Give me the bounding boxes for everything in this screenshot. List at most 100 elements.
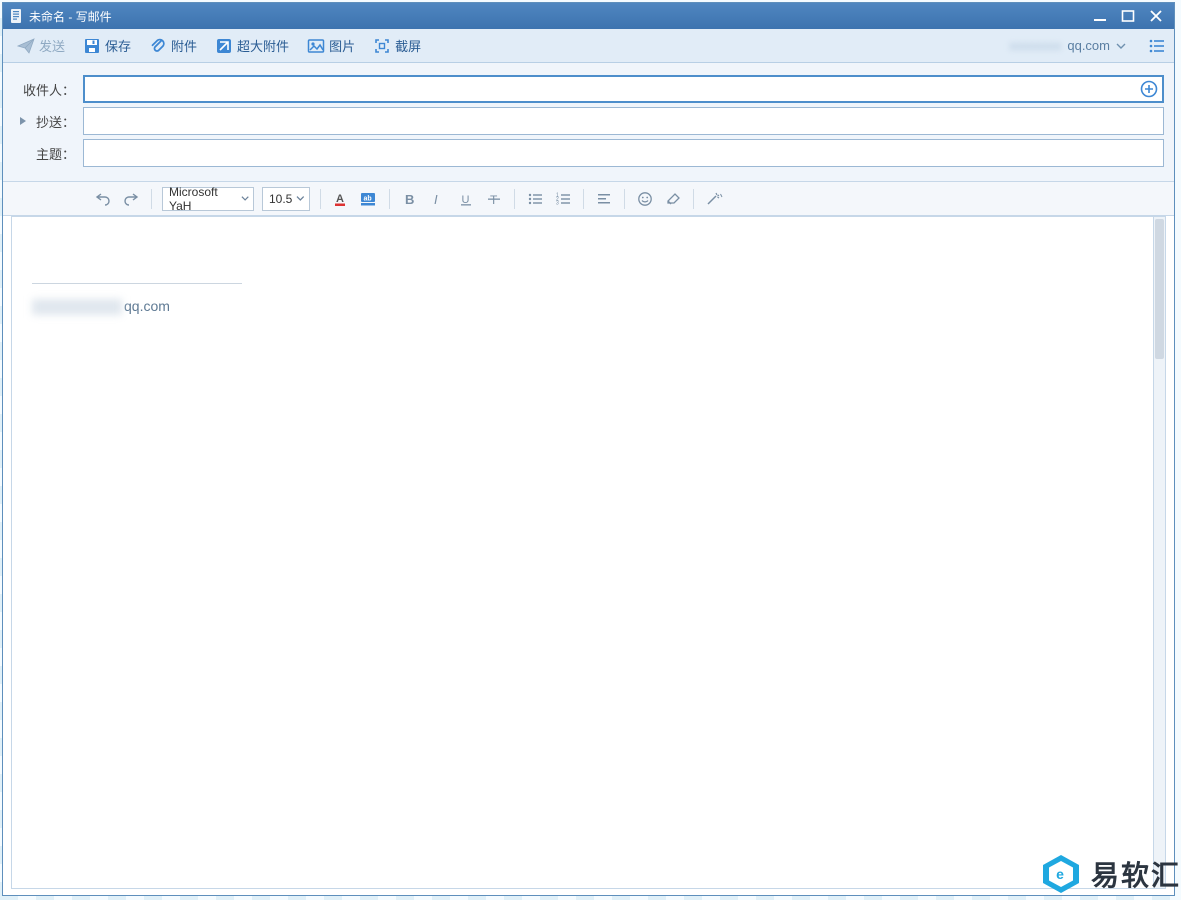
bold-button[interactable]: B bbox=[400, 189, 420, 209]
title-bar: 未命名 - 写邮件 bbox=[3, 3, 1174, 29]
triangle-right-icon bbox=[18, 116, 28, 126]
more-format-button[interactable] bbox=[704, 189, 724, 209]
eraser-icon bbox=[665, 191, 681, 207]
strikethrough-button[interactable]: T bbox=[484, 189, 504, 209]
editor-area: qq.com bbox=[3, 216, 1174, 895]
font-size-value: 10.5 bbox=[269, 192, 292, 206]
font-size-select[interactable]: 10.5 bbox=[262, 187, 310, 211]
chevron-down-icon bbox=[1116, 41, 1126, 51]
attach-label: 附件 bbox=[171, 36, 197, 55]
strikethrough-icon: T bbox=[487, 192, 501, 206]
screenshot-icon bbox=[373, 37, 391, 55]
to-input[interactable] bbox=[83, 75, 1164, 103]
font-color-button[interactable]: A bbox=[331, 189, 351, 209]
redo-icon bbox=[123, 191, 139, 207]
window-title: 未命名 - 写邮件 bbox=[29, 8, 1092, 25]
highlight-button[interactable]: ab bbox=[359, 189, 379, 209]
to-label: 收件人： bbox=[13, 80, 83, 99]
underline-icon: U bbox=[459, 192, 473, 206]
close-button[interactable] bbox=[1148, 8, 1164, 24]
signature-separator bbox=[32, 283, 242, 284]
attach-button[interactable]: 附件 bbox=[143, 33, 203, 58]
maximize-button[interactable] bbox=[1120, 8, 1136, 24]
editor-canvas[interactable]: qq.com bbox=[11, 216, 1154, 889]
italic-button[interactable]: I bbox=[428, 189, 448, 209]
plus-circle-icon bbox=[1140, 80, 1158, 98]
redo-button[interactable] bbox=[121, 189, 141, 209]
paper-plane-icon bbox=[17, 37, 35, 55]
font-family-select[interactable]: Microsoft YaH bbox=[162, 187, 254, 211]
image-label: 图片 bbox=[329, 36, 355, 55]
highlight-icon: ab bbox=[360, 191, 378, 207]
list-icon bbox=[1148, 37, 1166, 55]
hexagon-icon: e bbox=[1039, 852, 1083, 896]
ul-button[interactable] bbox=[525, 189, 545, 209]
align-icon bbox=[596, 191, 612, 207]
add-contact-button[interactable] bbox=[1140, 80, 1158, 98]
compose-window: 未命名 - 写邮件 发送 保存 附件 超大附件 图片 bbox=[2, 2, 1175, 896]
subject-input[interactable] bbox=[83, 139, 1164, 167]
cc-label: 抄送： bbox=[36, 112, 75, 131]
to-row: 收件人： bbox=[13, 75, 1164, 103]
subject-row: 主题： bbox=[13, 139, 1164, 167]
cc-row: 抄送： bbox=[13, 107, 1164, 135]
app-icon bbox=[9, 8, 23, 24]
signature-email: qq.com bbox=[32, 298, 1133, 315]
scrollbar-thumb[interactable] bbox=[1155, 219, 1164, 359]
image-icon bbox=[307, 37, 325, 55]
save-label: 保存 bbox=[105, 36, 131, 55]
account-domain: qq.com bbox=[1067, 38, 1110, 53]
format-toolbar: Microsoft YaH 10.5 A ab B I U T 123 bbox=[3, 182, 1174, 216]
font-color-icon: A bbox=[333, 191, 349, 207]
more-options-button[interactable] bbox=[1148, 37, 1166, 55]
bold-icon: B bbox=[403, 192, 417, 206]
ol-button[interactable]: 123 bbox=[553, 189, 573, 209]
wand-icon bbox=[705, 191, 723, 207]
editor-body[interactable]: qq.com bbox=[12, 217, 1153, 335]
send-button[interactable]: 发送 bbox=[11, 33, 71, 58]
undo-icon bbox=[95, 191, 111, 207]
watermark-text: 易软汇 bbox=[1091, 854, 1181, 894]
vertical-scrollbar[interactable] bbox=[1154, 216, 1166, 889]
expand-cc-button[interactable] bbox=[18, 116, 28, 126]
big-attach-label: 超大附件 bbox=[237, 36, 289, 55]
svg-text:A: A bbox=[336, 193, 344, 205]
chevron-down-icon bbox=[241, 194, 249, 203]
send-label: 发送 bbox=[39, 36, 65, 55]
align-button[interactable] bbox=[594, 189, 614, 209]
account-user-blurred: xxxxxxxx bbox=[1009, 38, 1061, 53]
account-selector[interactable]: xxxxxxxx qq.com bbox=[1003, 35, 1132, 56]
big-attach-button[interactable]: 超大附件 bbox=[209, 33, 295, 58]
cloud-upload-icon bbox=[215, 37, 233, 55]
svg-text:ab: ab bbox=[364, 195, 372, 202]
header-fields: 收件人： 抄送： 主题： bbox=[3, 63, 1174, 182]
minimize-button[interactable] bbox=[1092, 8, 1108, 24]
signature-user-blurred bbox=[32, 299, 122, 315]
cc-input[interactable] bbox=[83, 107, 1164, 135]
paperclip-icon bbox=[149, 37, 167, 55]
screenshot-button[interactable]: 截屏 bbox=[367, 33, 427, 58]
signature-domain: qq.com bbox=[124, 298, 170, 314]
undo-button[interactable] bbox=[93, 189, 113, 209]
watermark-logo: e 易软汇 bbox=[1039, 852, 1181, 896]
save-icon bbox=[83, 37, 101, 55]
insert-image-button[interactable]: 图片 bbox=[301, 33, 361, 58]
svg-text:e: e bbox=[1056, 866, 1066, 882]
emoji-icon bbox=[637, 191, 653, 207]
screenshot-label: 截屏 bbox=[395, 36, 421, 55]
font-family-value: Microsoft YaH bbox=[169, 185, 237, 213]
svg-text:3: 3 bbox=[556, 200, 559, 206]
emoji-button[interactable] bbox=[635, 189, 655, 209]
svg-text:U: U bbox=[462, 194, 470, 206]
window-controls bbox=[1092, 8, 1164, 24]
subject-label: 主题： bbox=[13, 144, 83, 163]
main-toolbar: 发送 保存 附件 超大附件 图片 截屏 xxxxxxxx qq.com bbox=[3, 29, 1174, 63]
underline-button[interactable]: U bbox=[456, 189, 476, 209]
clear-format-button[interactable] bbox=[663, 189, 683, 209]
italic-icon: I bbox=[431, 192, 445, 206]
bullet-list-icon bbox=[527, 191, 543, 207]
svg-text:I: I bbox=[434, 192, 438, 206]
save-button[interactable]: 保存 bbox=[77, 33, 137, 58]
svg-text:B: B bbox=[405, 192, 414, 206]
chevron-down-icon bbox=[296, 194, 305, 203]
